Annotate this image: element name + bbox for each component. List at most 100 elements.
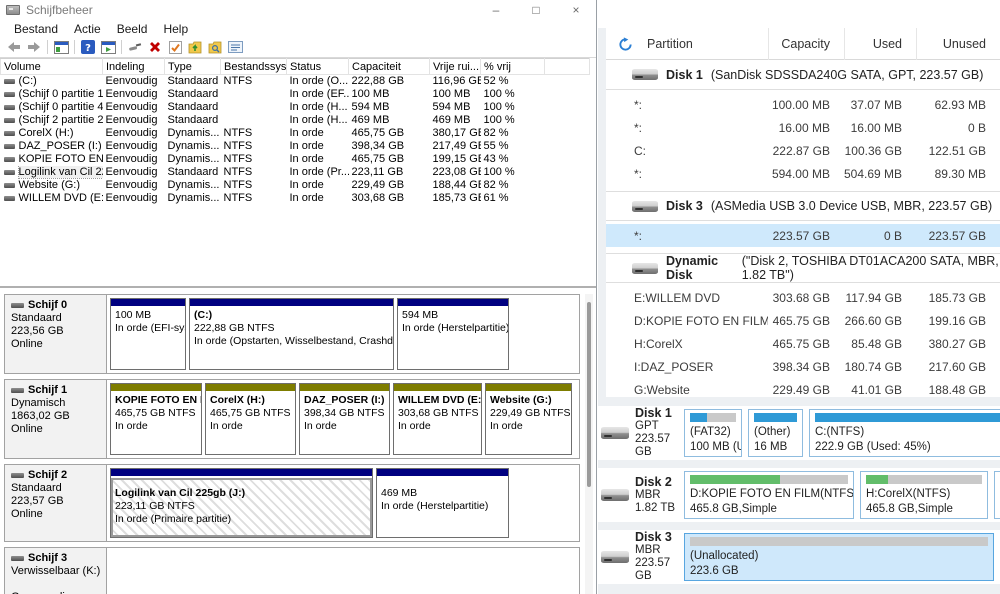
volume-table-header: Volume Indeling Type Bestandssys... Stat… [1,59,590,75]
col-vrije-ruimte[interactable]: Vrije rui... [430,59,481,75]
col-bestandssysteem[interactable]: Bestandssys... [221,59,287,75]
volume-icon [4,170,15,175]
menu-actie[interactable]: Actie [67,21,108,37]
menu-bestand[interactable]: Bestand [7,21,65,37]
volume-icon [4,196,15,201]
col-indeling[interactable]: Indeling [103,59,165,75]
check-disk-icon[interactable] [165,38,185,56]
volume-row[interactable]: (Schijf 0 partitie 4) EenvoudigStandaard… [1,101,590,114]
volume-row[interactable]: CorelX (H:) EenvoudigDynamis...NTFS In o… [1,127,590,140]
partition-block-kopie[interactable]: KOPIE FOTO EN FIL465,75 GB NTFSIn orde [110,383,202,455]
volume-row[interactable]: (C:) EenvoudigStandaardNTFS In orde (O..… [1,75,590,88]
back-icon[interactable] [4,38,24,56]
partition-color-band [111,299,185,308]
menu-help[interactable]: Help [156,21,195,37]
console-tree-icon[interactable] [51,38,71,56]
volume-row[interactable]: WILLEM DVD (E:) EenvoudigDynamis...NTFS … [1,192,590,205]
map-block-kopie[interactable]: D:KOPIE FOTO EN FILM(NTFS) 465.8 GB,Simp… [684,471,854,519]
col-unused[interactable]: Unused [916,28,1000,60]
menu-beeld[interactable]: Beeld [110,21,155,37]
partition-row[interactable]: I:DAZ_POSER 398.34 GB 180.74 GB 217.60 G… [606,355,1000,378]
volume-row[interactable]: KOPIE FOTO EN FI... EenvoudigDynamis...N… [1,153,590,166]
refresh-icon[interactable] [618,37,633,52]
col-type[interactable]: Type [165,59,221,75]
volume-row[interactable]: Website (G:) EenvoudigDynamis...NTFS In … [1,179,590,192]
partition-block-recovery2[interactable]: 469 MBIn orde (Herstelpartitie) [376,468,509,538]
col-used[interactable]: Used [844,28,916,60]
col-capaciteit[interactable]: Capaciteit [349,59,430,75]
toolbar-separator [121,40,122,54]
map-block-other[interactable]: (Other) 16 MB [748,409,803,457]
export-icon[interactable] [185,38,205,56]
group-header-disk1[interactable]: Disk 1 (SanDisk SDSSDA240G SATA, GPT, 22… [606,60,1000,90]
window-title: Schijfbeheer [26,3,93,17]
partition-block-efi[interactable]: 100 MBIn orde (EFI-syst [110,298,186,370]
disk-label-schijf2[interactable]: Schijf 2 Standaard 223,57 GB Online [5,465,107,541]
partition-row[interactable]: H:CorelX 465.75 GB 85.48 GB 380.27 GB [606,332,1000,355]
forward-icon[interactable] [24,38,44,56]
close-button[interactable]: × [556,0,596,20]
action-pane-icon[interactable] [98,38,118,56]
volume-row[interactable]: DAZ_POSER (I:) EenvoudigDynamis...NTFS I… [1,140,590,153]
partition-row[interactable]: *: 100.00 MB 37.07 MB 62.93 MB [606,93,1000,116]
volume-icon [4,118,15,123]
volume-icon [4,157,15,162]
disk-drive-icon [632,69,658,80]
vertical-scrollbar[interactable] [585,294,593,594]
partition-row[interactable]: D:KOPIE FOTO EN FILM 465.75 GB 266.60 GB… [606,309,1000,332]
partition-block-c[interactable]: (C:)222,88 GB NTFSIn orde (Opstarten, Wi… [189,298,394,370]
partition-row[interactable]: *: 594.00 MB 504.69 MB 89.30 MB [606,162,1000,185]
col-partition[interactable]: Partition [647,37,693,51]
minimize-button[interactable]: – [476,0,516,20]
disk3-meta[interactable]: Disk 3 MBR 223.57 GB [598,531,684,583]
disk-drive-icon [632,201,658,212]
disk2-meta[interactable]: Disk 2 MBR 1.82 TB [598,476,684,515]
disk-icon [11,556,24,561]
disk-label-schijf0[interactable]: Schijf 0 Standaard 223,56 GB Online [5,295,107,373]
map-block-clipped[interactable] [994,471,1000,519]
disk-row-schijf3: Schijf 3 Verwisselbaar (K:) Geen medium [4,547,580,594]
volume-row-selected[interactable]: Logilink van Cil 22... EenvoudigStandaar… [1,166,590,179]
partition-row-selected[interactable]: *: 223.57 GB 0 B 223.57 GB [606,224,1000,247]
volume-row[interactable]: (Schijf 0 partitie 1) EenvoudigStandaard… [1,88,590,101]
partition-block-dazposer[interactable]: DAZ_POSER (I:)398,34 GB NTFSIn orde [299,383,390,455]
group-header-dynamic-disk[interactable]: Dynamic Disk ("Disk 2, TOSHIBA DT01ACA20… [606,253,1000,283]
volume-table: Volume Indeling Type Bestandssys... Stat… [0,58,590,205]
col-capacity[interactable]: Capacity [768,28,844,60]
group-header-disk3[interactable]: Disk 3 (ASMedia USB 3.0 Device USB, MBR,… [606,191,1000,221]
volume-icon [4,183,15,188]
delete-icon[interactable] [145,38,165,56]
disk-drive-icon [601,551,629,563]
usage-bar [690,413,736,422]
graphical-disk-view: Schijf 0 Standaard 223,56 GB Online 100 … [0,288,596,594]
partition-block-recovery[interactable]: 594 MBIn orde (Herstelpartitie) [397,298,509,370]
partition-color-band [394,384,481,393]
properties-icon[interactable] [225,38,245,56]
partition-block-website[interactable]: Website (G:)229,49 GB NTFSIn orde [485,383,572,455]
col-pct-vrij[interactable]: % vrij [481,59,545,75]
volume-row[interactable]: (Schijf 2 partitie 2) EenvoudigStandaard… [1,114,590,127]
disk-label-schijf3[interactable]: Schijf 3 Verwisselbaar (K:) Geen medium [5,548,107,594]
partition-row[interactable]: C: 222.87 GB 100.36 GB 122.51 GB [606,139,1000,162]
partition-row[interactable]: *: 16.00 MB 16.00 MB 0 B [606,116,1000,139]
map-block-fat32[interactable]: (FAT32) 100 MB (Us [684,409,742,457]
disk1-meta[interactable]: Disk 1 GPT 223.57 GB [598,407,684,459]
partition-block-corelx[interactable]: CorelX (H:)465,75 GB NTFSIn orde [205,383,296,455]
map-block-unallocated-selected[interactable]: (Unallocated) 223.6 GB [684,533,994,581]
col-status[interactable]: Status [287,59,349,75]
wand-icon[interactable] [125,38,145,56]
disk-label-schijf1[interactable]: Schijf 1 Dynamisch 1863,02 GB Online [5,380,107,458]
help-icon[interactable]: ? [78,38,98,56]
titlebar: Schijfbeheer – □ × [0,0,596,20]
partition-block-logilink[interactable]: Logilink van Cil 225gb (J:)223,11 GB NTF… [110,468,373,538]
scrollbar-thumb[interactable] [587,302,591,487]
app-header-band [598,0,1000,28]
col-volume[interactable]: Volume [1,59,103,75]
maximize-button[interactable]: □ [516,0,556,20]
find-icon[interactable] [205,38,225,56]
partition-block-willemdvd[interactable]: WILLEM DVD (E:)303,68 GB NTFSIn orde [393,383,482,455]
disk-map-row-disk2: Disk 2 MBR 1.82 TB D:KOPIE FOTO EN FILM(… [598,468,1000,522]
map-block-corelx[interactable]: H:CorelX(NTFS) 465.8 GB,Simple [860,471,988,519]
map-block-c-ntfs[interactable]: C:(NTFS) 222.9 GB (Used: 45%) [809,409,1000,457]
partition-row[interactable]: E:WILLEM DVD 303.68 GB 117.94 GB 185.73 … [606,286,1000,309]
